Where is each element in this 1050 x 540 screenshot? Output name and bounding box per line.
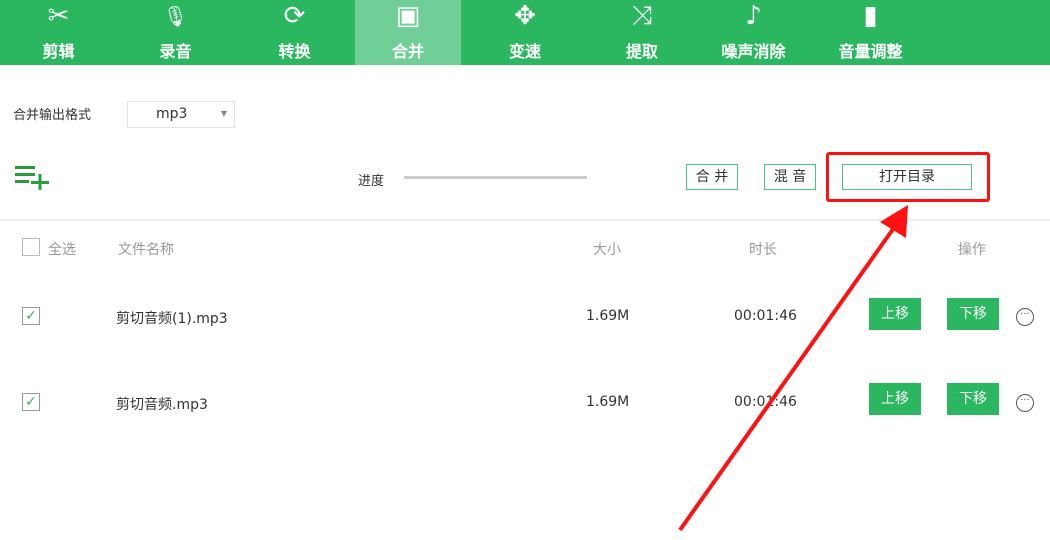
annotation-arrow xyxy=(678,205,908,532)
